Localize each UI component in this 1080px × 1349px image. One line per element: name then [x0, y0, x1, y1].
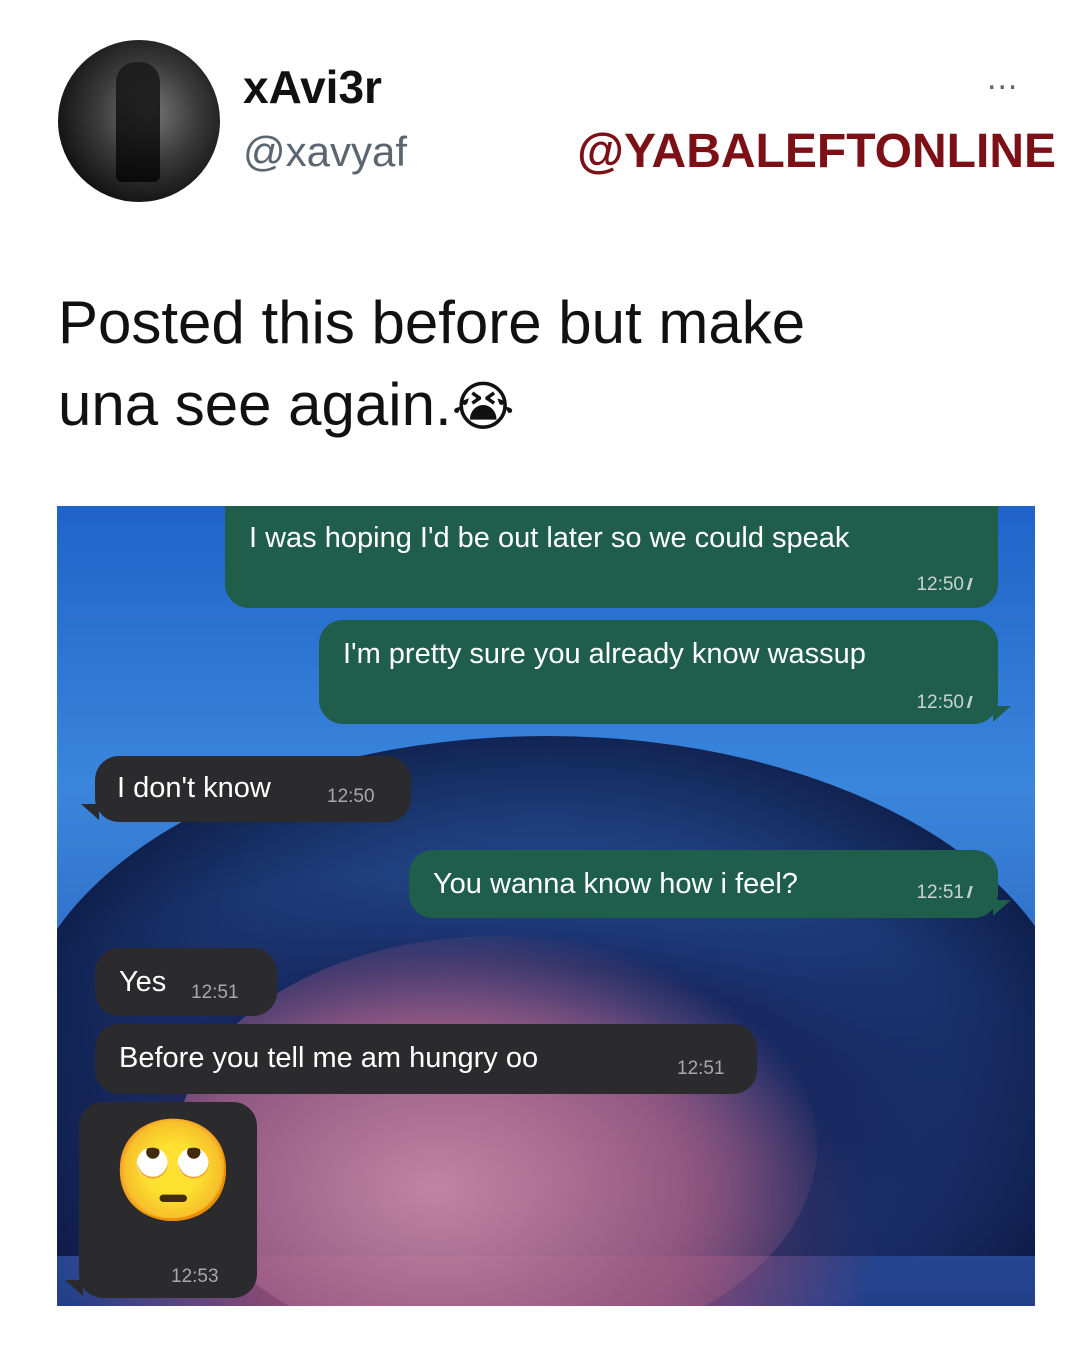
display-name[interactable]: xAvi3r	[243, 60, 382, 114]
message-text: I was hoping I'd be out later so we coul…	[249, 522, 850, 554]
bubble-tail	[65, 1280, 83, 1296]
message-bubble-outgoing[interactable]: I was hoping I'd be out later so we coul…	[225, 506, 998, 608]
eye-roll-face-icon: 🙄	[111, 1115, 236, 1227]
tweet-text: Posted this before but make una see agai…	[58, 282, 1018, 448]
bubble-tail	[993, 706, 1011, 722]
message-time: 12:51	[191, 982, 239, 1003]
message-time: 12:50	[327, 786, 375, 807]
avatar-figure	[116, 62, 160, 182]
message-bubble-outgoing[interactable]: I'm pretty sure you already know wassup …	[319, 620, 998, 724]
message-bubble-outgoing[interactable]: You wanna know how i feel? 12:51//	[409, 850, 998, 918]
message-text: Yes	[119, 966, 167, 998]
message-text: You wanna know how i feel?	[433, 868, 798, 900]
message-time: 12:50//	[916, 574, 974, 595]
tweet-text-line2: una see again.	[58, 371, 452, 438]
chat-screenshot-image[interactable]: I was hoping I'd be out later so we coul…	[57, 506, 1035, 1306]
tweet-text-line1: Posted this before but make	[58, 289, 806, 356]
message-bubble-incoming[interactable]: Yes 12:51	[95, 948, 277, 1016]
message-time: 12:53	[171, 1266, 219, 1287]
more-options-icon[interactable]: ...	[987, 61, 1018, 95]
message-bubble-incoming[interactable]: Before you tell me am hungry oo 12:51	[95, 1024, 757, 1094]
avatar[interactable]	[58, 40, 220, 202]
message-bubble-incoming[interactable]: I don't know 12:50	[95, 756, 411, 822]
message-bubble-incoming[interactable]: 🙄 12:53	[79, 1102, 257, 1298]
message-text: I don't know	[117, 772, 271, 804]
bubble-tail	[81, 804, 99, 820]
message-time: 12:50//	[916, 692, 974, 713]
watermark: @YABALEFTONLINE	[577, 125, 1056, 178]
crying-face-icon: 😭	[451, 377, 515, 437]
user-handle[interactable]: @xavyaf	[243, 128, 407, 176]
message-time: 12:51	[677, 1058, 725, 1079]
message-text: Before you tell me am hungry oo	[119, 1042, 539, 1074]
bubble-tail	[993, 900, 1011, 916]
message-time: 12:51//	[916, 882, 974, 903]
message-text: I'm pretty sure you already know wassup	[343, 638, 866, 670]
